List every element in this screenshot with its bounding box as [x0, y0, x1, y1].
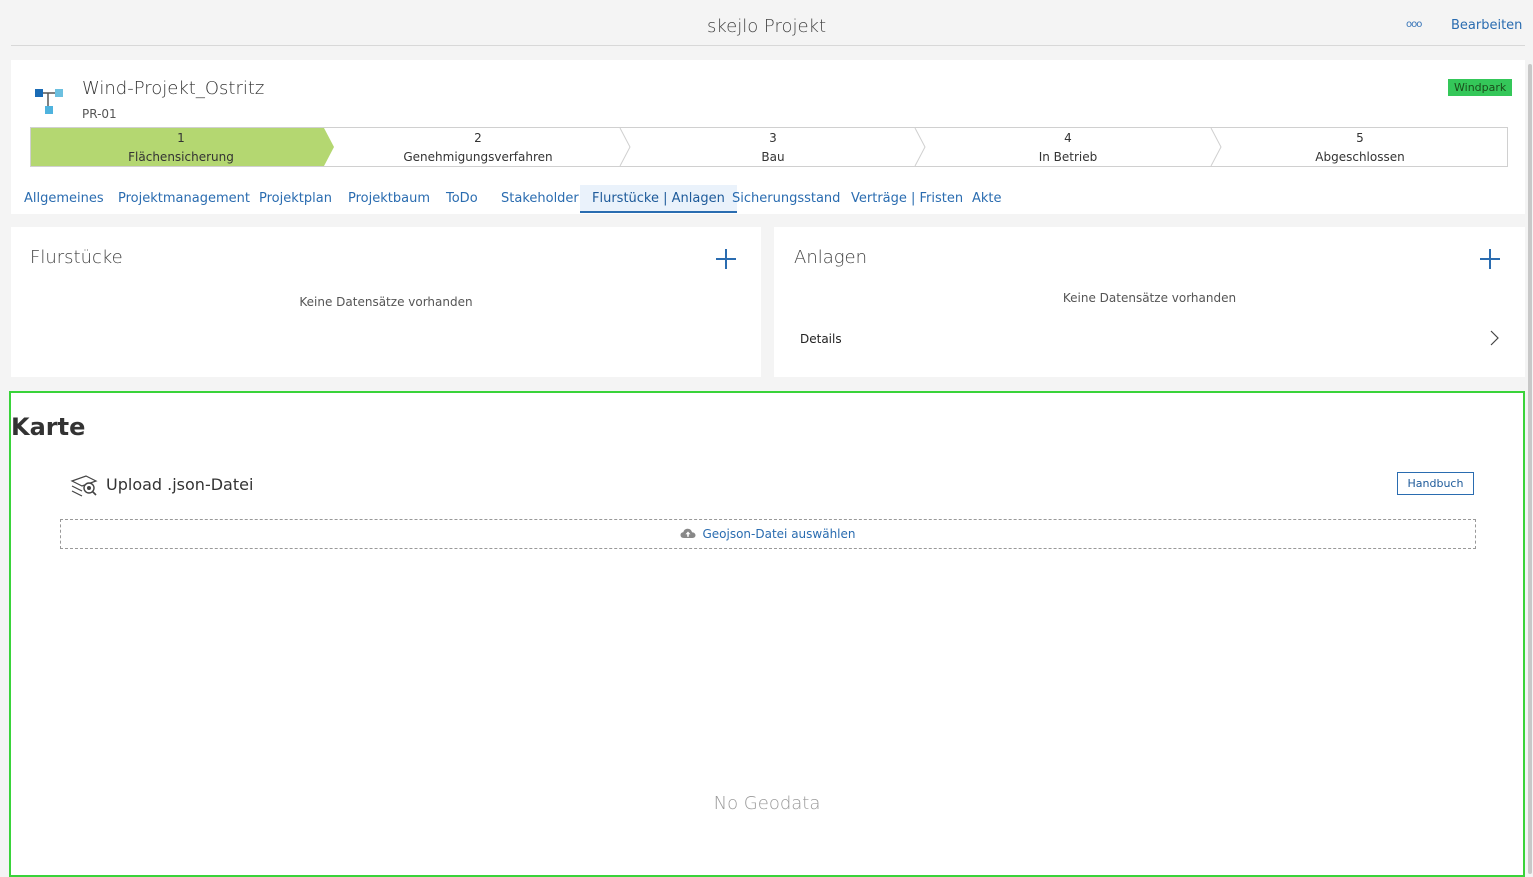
- tab-flurstuecke-anlagen[interactable]: Flurstücke | Anlagen: [580, 185, 737, 213]
- map-layers-icon: [70, 475, 98, 497]
- project-name: Wind-Projekt_Ostritz: [82, 78, 265, 99]
- anlagen-panel: Anlagen Keine Datensätze vorhanden Detai…: [774, 227, 1525, 377]
- tab-akte[interactable]: Akte: [972, 191, 1002, 206]
- anlagen-title: Anlagen: [794, 247, 868, 268]
- tab-projektbaum[interactable]: Projektbaum: [348, 191, 430, 206]
- project-id: PR-01: [82, 107, 117, 121]
- add-flurstueck-button[interactable]: [716, 249, 736, 269]
- tab-stakeholder[interactable]: Stakeholder: [501, 191, 579, 206]
- header-divider: [11, 45, 1525, 46]
- map-title: Karte: [11, 412, 86, 441]
- app-header: skejlo Projekt ooo Bearbeiten: [0, 0, 1533, 46]
- tab-projektplan[interactable]: Projektplan: [259, 191, 332, 206]
- select-geojson-label: Geojson-Datei auswählen: [702, 527, 856, 541]
- edit-button[interactable]: Bearbeiten: [1451, 18, 1522, 33]
- tab-sicherungsstand[interactable]: Sicherungsstand: [732, 191, 840, 206]
- map-panel: Karte Upload .json-Datei Handbuch Geojso…: [9, 391, 1525, 877]
- add-anlage-button[interactable]: [1480, 249, 1500, 269]
- geojson-file-dropzone[interactable]: Geojson-Datei auswählen: [60, 519, 1476, 549]
- dropzone-content: Geojson-Datei auswählen: [61, 527, 1475, 541]
- project-tree-icon: [35, 89, 63, 114]
- page-title: skejlo Projekt: [706, 16, 827, 37]
- step-abgeschlossen[interactable]: 5 Abgeschlossen: [1213, 128, 1507, 166]
- phase-stepper: 1 Flächensicherung 2 Genehmigungsverfahr…: [30, 127, 1508, 167]
- step-number: 1: [177, 131, 185, 145]
- step-label: In Betrieb: [1038, 150, 1098, 164]
- flurstuecke-empty-message: Keine Datensätze vorhanden: [299, 295, 473, 309]
- flurstuecke-panel: Flurstücke Keine Datensätze vorhanden: [11, 227, 761, 377]
- flurstuecke-title: Flurstücke: [30, 247, 123, 268]
- step-bau[interactable]: 3 Bau: [623, 128, 923, 166]
- tab-projektmanagement[interactable]: Projektmanagement: [118, 191, 250, 206]
- upload-json-title: Upload .json-Datei: [106, 475, 254, 494]
- tab-vertraege-fristen[interactable]: Verträge | Fristen: [851, 191, 963, 206]
- step-label: Genehmigungsverfahren: [403, 150, 553, 164]
- details-link[interactable]: Details: [800, 332, 842, 346]
- project-type-badge: Windpark: [1448, 79, 1513, 96]
- chevron-right-icon[interactable]: [1487, 330, 1501, 346]
- step-label: Bau: [761, 150, 785, 164]
- no-geodata-message: No Geodata: [713, 793, 821, 814]
- page-scrollbar[interactable]: [1527, 60, 1533, 877]
- step-in-betrieb[interactable]: 4 In Betrieb: [918, 128, 1218, 166]
- handbook-button[interactable]: Handbuch: [1397, 472, 1474, 495]
- scrollbar-thumb[interactable]: [1528, 64, 1532, 874]
- step-genehmigungsverfahren[interactable]: 2 Genehmigungsverfahren: [328, 128, 628, 166]
- anlagen-empty-message: Keine Datensätze vorhanden: [1062, 291, 1237, 305]
- step-number: 3: [769, 131, 777, 145]
- step-number: 2: [474, 131, 482, 145]
- step-label: Flächensicherung: [128, 150, 234, 164]
- more-options-button[interactable]: ooo: [1406, 19, 1422, 30]
- tab-todo[interactable]: ToDo: [446, 191, 478, 206]
- step-flaechensicherung[interactable]: 1 Flächensicherung: [31, 128, 331, 166]
- step-number: 4: [1064, 131, 1072, 145]
- cloud-upload-icon: [680, 528, 696, 538]
- tab-allgemeines[interactable]: Allgemeines: [24, 191, 104, 206]
- step-label: Abgeschlossen: [1315, 150, 1405, 164]
- step-number: 5: [1356, 131, 1364, 145]
